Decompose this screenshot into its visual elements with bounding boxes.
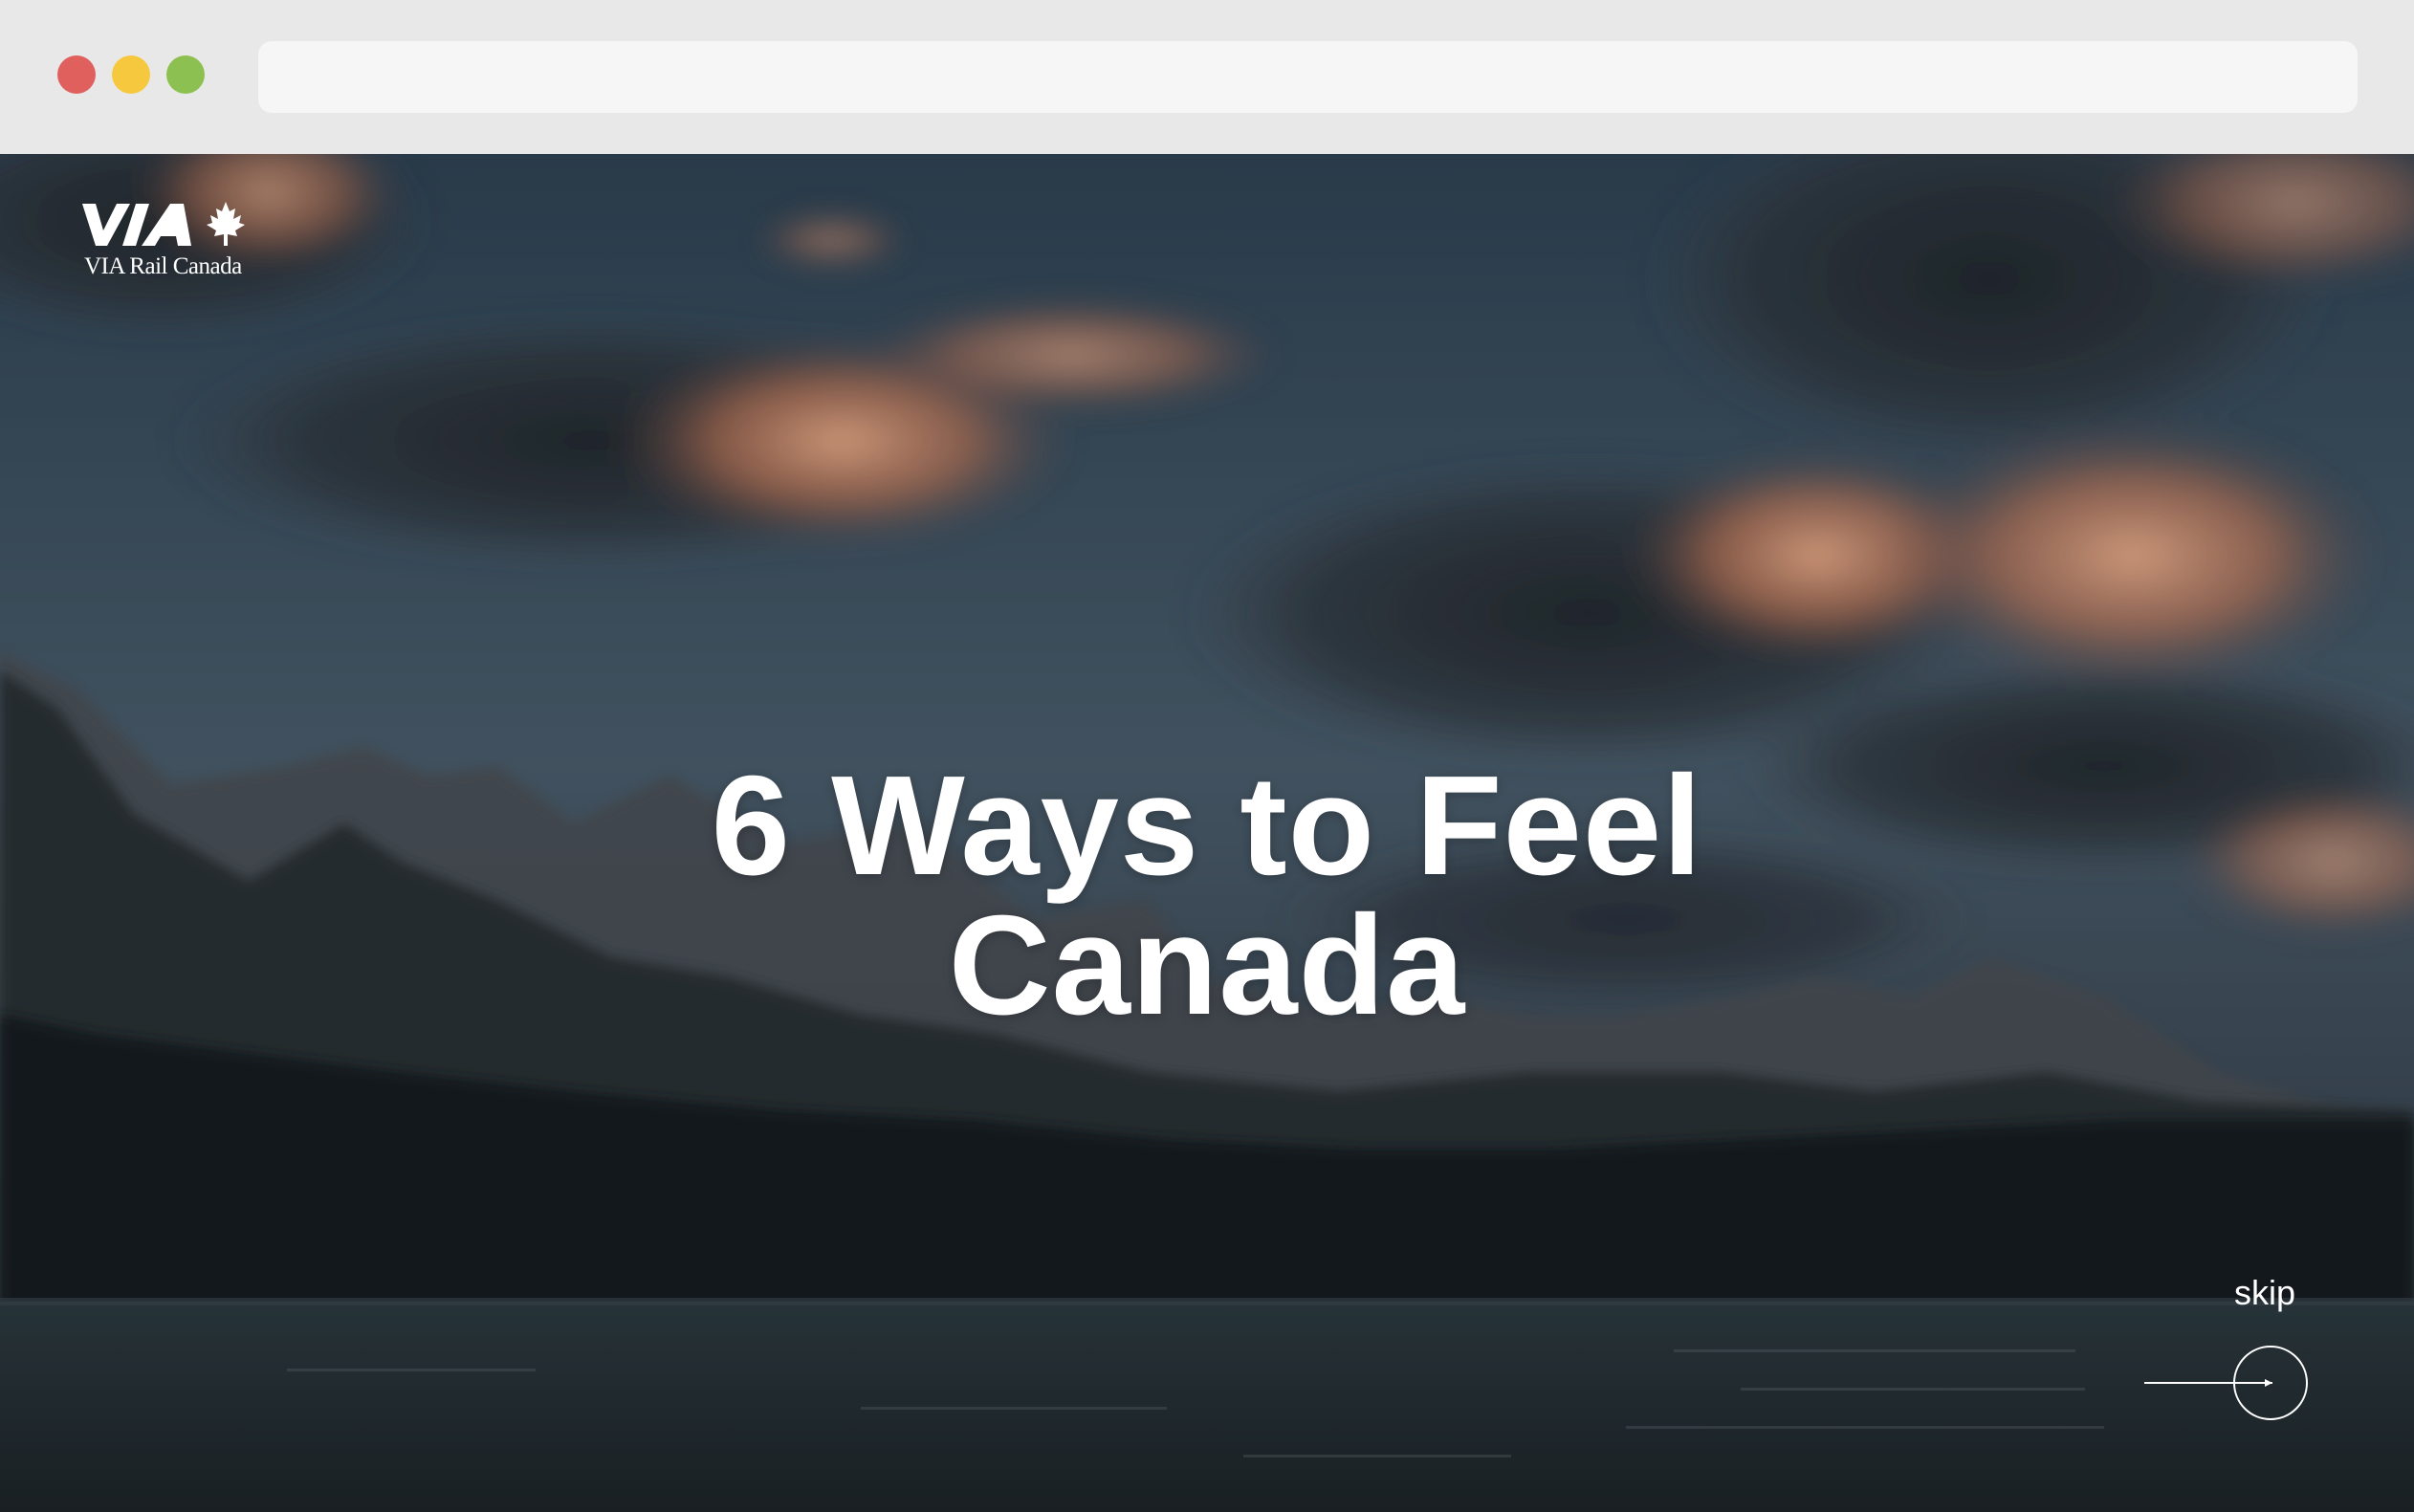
skip-label[interactable]: skip [2234, 1273, 2295, 1313]
logo-subtitle: VIA Rail Canada [84, 253, 242, 279]
browser-chrome [0, 0, 2414, 154]
headline-line-2: Canada [948, 887, 1466, 1044]
maple-leaf-icon [207, 202, 245, 246]
maximize-window-button[interactable] [166, 55, 205, 94]
address-bar[interactable] [258, 41, 2358, 113]
close-window-button[interactable] [57, 55, 96, 94]
minimize-window-button[interactable] [112, 55, 150, 94]
hero-headline: 6 Ways to Feel Canada [442, 747, 1972, 1044]
skip-button[interactable] [2142, 1343, 2311, 1423]
arrow-right-circle-icon [2144, 1346, 2308, 1420]
page-viewport: VIA Rail Canada 6 Ways to Feel Canada sk… [0, 154, 2414, 1512]
via-wordmark [82, 204, 191, 246]
headline-line-1: 6 Ways to Feel [711, 747, 1703, 905]
